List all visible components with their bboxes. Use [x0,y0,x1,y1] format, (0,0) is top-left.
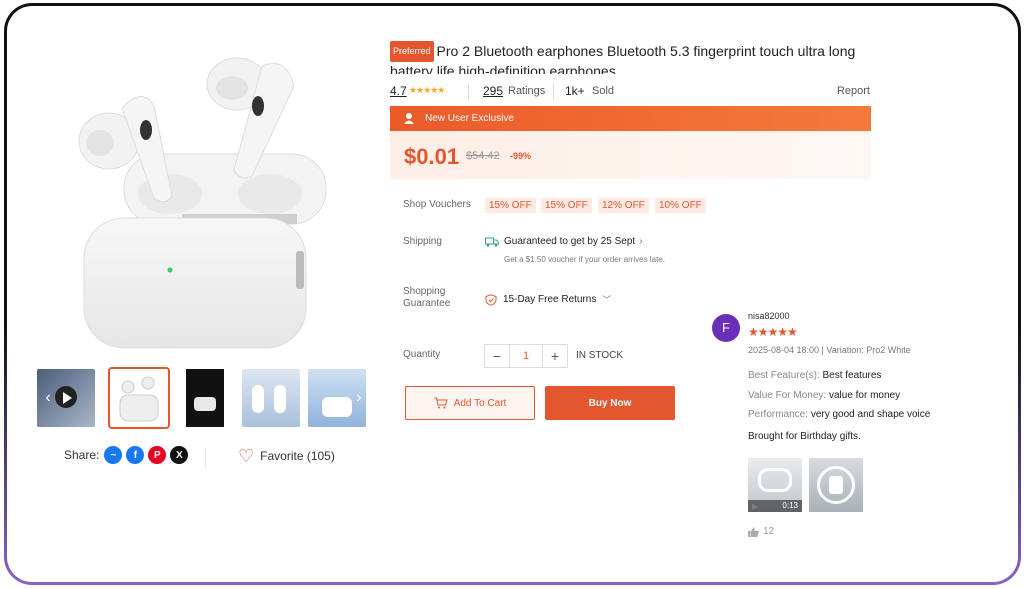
voucher-chip[interactable]: 10% OFF [655,198,706,213]
quantity-label: Quantity [403,349,441,360]
returns-text: 15-Day Free Returns [503,294,597,305]
product-main-image[interactable] [62,46,342,358]
avatar: F [712,314,740,342]
shipping-sub-text: Get a $1.50 voucher if your order arrive… [504,255,665,264]
ratings-label: Ratings [508,85,546,97]
original-price: $54.42 [466,150,500,162]
chevron-right-icon[interactable]: › [350,389,368,407]
new-user-promo-bar: New User Exclusive [390,106,871,131]
value-value: value for money [828,390,901,401]
chevron-left-icon[interactable]: ‹ [39,389,57,407]
sold-divider [553,84,554,100]
x-icon[interactable]: X [170,446,189,464]
thumbnail-3[interactable] [176,369,234,427]
chevron-right-icon: › [639,236,643,247]
returns-dropdown[interactable]: 15-Day Free Returns ﹀ [485,293,611,306]
performance-value: very good and shape voice [810,409,931,420]
chevron-down-icon: ﹀ [602,295,612,305]
quantity-increase-button[interactable]: + [543,345,567,367]
review-stars: ★★★★★ [748,325,798,339]
play-icon-triangle [63,392,72,404]
guarantee-label-line2: Guarantee [403,298,451,309]
user-badge-icon [404,113,414,124]
discount-badge: -99% [510,151,532,161]
product-title: Preferred Pro 2 Bluetooth earphones Bluet… [390,41,860,74]
current-price: $0.01 [404,144,460,169]
like-count: 12 [763,526,775,537]
cart-icon [434,397,448,409]
value-label: Value For Money: [748,390,827,401]
quantity-decrease-button[interactable]: − [485,345,509,367]
pinterest-icon[interactable]: P [148,446,167,464]
quantity-input[interactable]: 1 [509,345,543,367]
thumbnail-4[interactable] [242,369,300,427]
shipping-label: Shipping [403,236,442,247]
voucher-chip[interactable]: 15% OFF [485,198,536,213]
guarantee-label: Shopping Guarantee [403,286,450,310]
shipping-main-text: Guaranteed to get by 25 Sept [504,236,636,247]
favorite-button[interactable]: ♡ Favorite (105) [238,446,335,466]
review-performance: Performance: very good and shape voice [748,409,930,420]
add-to-cart-label: Add To Cart [453,397,507,409]
thumbnail-active[interactable] [108,367,170,429]
features-value: Best features [822,370,882,381]
sold-label: Sold [592,85,615,97]
share-divider [205,448,206,468]
sold-count: 1k+ [565,84,585,98]
video-duration: 0:13 [748,500,802,512]
review-meta: 2025-08-04 18:00 | Variation: Pro2 White [748,345,911,355]
review-features: Best Feature(s): Best features [748,370,881,381]
review-text: Brought for Birthday gifts. [748,431,861,442]
facebook-icon[interactable]: f [126,446,145,464]
thumbnail-strip: ‹ › [37,367,372,429]
share-row: Share: ~ f P X [64,446,192,464]
quantity-stepper: − 1 + [484,344,568,368]
favorite-label: Favorite (105) [260,449,335,463]
thumbs-up-icon [748,527,759,537]
report-link[interactable]: Report [837,85,870,97]
window-frame: ‹ › Share: ~ f P X ♡ Favorite (105) Pref… [4,3,1021,585]
preferred-badge: Preferred [390,41,434,62]
price-box: $0.01 $54.42 -99% [390,131,871,179]
review-username: nisa82000 [748,311,790,321]
vouchers-label: Shop Vouchers [403,199,471,210]
review-video[interactable]: ▶ 0:13 [748,458,802,512]
voucher-chip[interactable]: 12% OFF [598,198,649,213]
shipping-guarantee-link[interactable]: Guaranteed to get by 25 Sept › [485,236,643,247]
review-like-button[interactable]: 12 [748,526,774,537]
add-to-cart-button[interactable]: Add To Cart [405,386,535,420]
stock-status: IN STOCK [576,350,624,361]
shield-icon [485,293,497,306]
review-photo[interactable] [809,458,863,512]
voucher-chip[interactable]: 15% OFF [541,198,592,213]
buy-now-label: Buy Now [588,397,632,409]
rating-stars: ★★★★★ [409,85,445,95]
product-title-text: Pro 2 Bluetooth earphones Bluetooth 5.3 … [390,43,856,74]
new-user-label: New User Exclusive [425,113,514,124]
features-label: Best Feature(s): [748,370,820,381]
performance-label: Performance: [748,409,809,420]
truck-icon [485,237,499,247]
rating-value[interactable]: 4.7 [390,84,407,98]
share-label: Share: [64,448,100,462]
heart-icon: ♡ [238,446,255,466]
ratings-count[interactable]: 295 [483,84,503,98]
rating-row: 4.7 ★★★★★ 295 Ratings 1k+ Sold Report [390,84,870,100]
review-value: Value For Money: value for money [748,390,900,401]
rating-divider [468,84,469,100]
buy-now-button[interactable]: Buy Now [545,386,675,420]
messenger-icon[interactable]: ~ [104,446,123,464]
guarantee-label-line1: Shopping [403,286,446,297]
